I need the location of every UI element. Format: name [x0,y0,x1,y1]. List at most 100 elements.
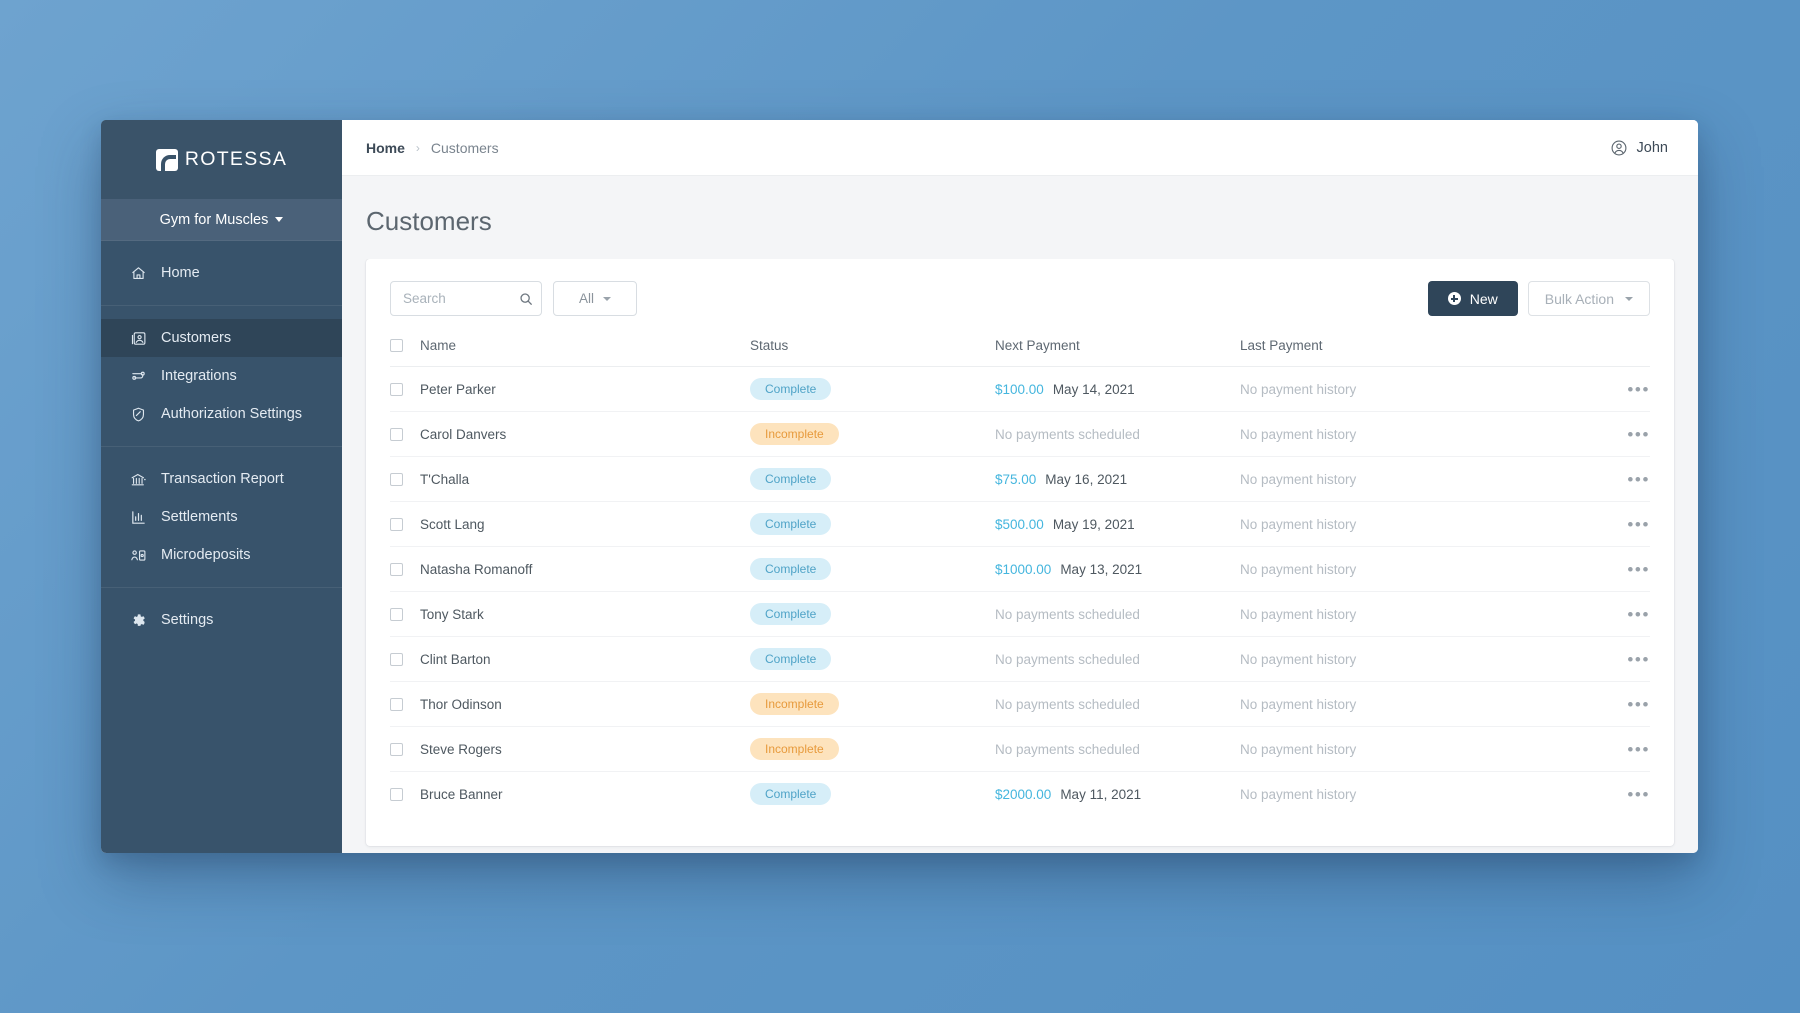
row-actions-menu-icon[interactable]: ••• [1604,786,1650,803]
cell-next-payment: No payments scheduled [995,411,1240,457]
table-row[interactable]: T'Challa Complete $75.00 May 16, 2021 No pay… [390,456,1650,502]
cell-next-payment: No payments scheduled [995,636,1240,682]
breadcrumb-home[interactable]: Home [366,140,405,156]
status-badge: Incomplete [750,693,839,715]
status-badge: Complete [750,603,832,625]
column-header-status[interactable]: Status [750,338,995,367]
new-customer-button[interactable]: New [1427,281,1518,316]
customers-icon [130,330,147,347]
sidebar-item-integrations[interactable]: Integrations [101,357,342,395]
row-actions-menu-icon[interactable]: ••• [1604,606,1650,623]
cell-last-payment: No payment history [1240,366,1604,412]
cell-customer-name[interactable]: Natasha Romanoff [420,546,750,592]
sidebar-item-home[interactable]: Home [101,254,342,292]
bar-chart-icon [130,509,147,526]
row-checkbox[interactable] [390,562,403,576]
next-payment-amount[interactable]: $2000.00 [995,787,1051,802]
next-payment-amount[interactable]: $100.00 [995,382,1044,397]
row-actions-menu-icon[interactable]: ••• [1604,741,1650,758]
cell-customer-name[interactable]: Tony Stark [420,591,750,637]
status-filter-dropdown[interactable]: All [553,281,637,316]
row-actions-menu-icon[interactable]: ••• [1604,471,1650,488]
column-header-name[interactable]: Name [420,338,750,367]
column-header-last-payment[interactable]: Last Payment [1240,338,1604,367]
customers-card: All New Bulk Action [366,259,1674,846]
cell-status: Complete [750,772,995,817]
sidebar-item-customers[interactable]: Customers [101,319,342,357]
cell-customer-name[interactable]: Bruce Banner [420,772,750,817]
row-actions-menu-icon[interactable]: ••• [1604,381,1650,398]
column-header-next-payment[interactable]: Next Payment [995,338,1240,367]
customers-table: Name Status Next Payment Last Payment Pe… [390,338,1650,816]
row-checkbox[interactable] [390,427,403,441]
sidebar-item-settings[interactable]: Settings [101,601,342,639]
sidebar-nav-group: Customers Integrations Authorization Setti… [101,305,342,446]
sidebar-item-transaction-report[interactable]: Transaction Report [101,460,342,498]
row-select-cell [390,501,420,547]
cell-customer-name[interactable]: Peter Parker [420,366,750,412]
cell-status: Complete [750,456,995,502]
cell-customer-name[interactable]: T'Challa [420,456,750,502]
row-actions-menu-icon[interactable]: ••• [1604,696,1650,713]
app-logo[interactable]: ROTESSA [101,120,342,199]
table-row[interactable]: Thor Odinson Incomplete No payments schedu… [390,681,1650,727]
cell-last-payment: No payment history [1240,636,1604,682]
table-row[interactable]: Clint Barton Complete No payments schedule… [390,636,1650,682]
next-payment-amount[interactable]: $1000.00 [995,562,1051,577]
row-checkbox[interactable] [390,697,403,711]
table-row[interactable]: Peter Parker Complete $100.00 May 14, 2021 N… [390,366,1650,412]
table-row[interactable]: Steve Rogers Incomplete No payments schedu… [390,726,1650,772]
main-area: Home › Customers John Customers Search A… [342,120,1698,853]
select-all-checkbox[interactable] [390,339,403,352]
cell-next-payment: $75.00 May 16, 2021 [995,456,1240,502]
sidebar-nav-group: Transaction Report Settlements Microdeposi… [101,446,342,587]
bank-icon [130,471,147,488]
row-checkbox[interactable] [390,472,403,486]
cell-row-actions: ••• [1604,546,1650,592]
cell-status: Incomplete [750,681,995,727]
row-checkbox[interactable] [390,607,403,621]
cell-row-actions: ••• [1604,726,1650,772]
row-actions-menu-icon[interactable]: ••• [1604,561,1650,578]
row-checkbox[interactable] [390,517,403,531]
next-payment-empty: No payments scheduled [995,741,1140,757]
table-header-row: Name Status Next Payment Last Payment [390,338,1650,367]
row-actions-menu-icon[interactable]: ••• [1604,516,1650,533]
status-badge: Complete [750,558,832,580]
cell-row-actions: ••• [1604,681,1650,727]
cell-customer-name[interactable]: Steve Rogers [420,726,750,772]
cell-last-payment: No payment history [1240,726,1604,772]
row-actions-menu-icon[interactable]: ••• [1604,426,1650,443]
row-checkbox[interactable] [390,382,403,396]
sidebar-item-authorization-settings[interactable]: Authorization Settings [101,395,342,433]
cell-customer-name[interactable]: Carol Danvers [420,411,750,457]
table-row[interactable]: Carol Danvers Incomplete No payments sched… [390,411,1650,457]
row-checkbox[interactable] [390,787,403,801]
cell-customer-name[interactable]: Thor Odinson [420,681,750,727]
table-row[interactable]: Scott Lang Complete $500.00 May 19, 2021 No … [390,501,1650,547]
row-checkbox[interactable] [390,652,403,666]
table-row[interactable]: Tony Stark Complete No payments scheduled N… [390,591,1650,637]
row-checkbox[interactable] [390,742,403,756]
user-menu[interactable]: John [1610,139,1668,157]
org-switcher[interactable]: Gym for Muscles [101,199,342,241]
row-select-cell [390,456,420,502]
table-row[interactable]: Bruce Banner Complete $2000.00 May 11, 2021… [390,772,1650,817]
last-payment-value: No payment history [1240,561,1357,577]
search-icon[interactable] [519,292,533,306]
row-actions-menu-icon[interactable]: ••• [1604,651,1650,668]
cell-row-actions: ••• [1604,366,1650,412]
new-button-label: New [1469,290,1498,307]
sidebar-item-settlements[interactable]: Settlements [101,498,342,536]
bulk-action-dropdown[interactable]: Bulk Action [1527,281,1650,316]
user-name: John [1636,139,1668,156]
sidebar-item-microdeposits[interactable]: Microdeposits [101,536,342,574]
cell-customer-name[interactable]: Scott Lang [420,501,750,547]
cell-next-payment: No payments scheduled [995,681,1240,727]
integrations-icon [130,368,147,385]
next-payment-amount[interactable]: $500.00 [995,517,1044,532]
top-bar: Home › Customers John [342,120,1698,176]
cell-customer-name[interactable]: Clint Barton [420,636,750,682]
next-payment-amount[interactable]: $75.00 [995,472,1036,487]
table-row[interactable]: Natasha Romanoff Complete $1000.00 May 13, … [390,546,1650,592]
